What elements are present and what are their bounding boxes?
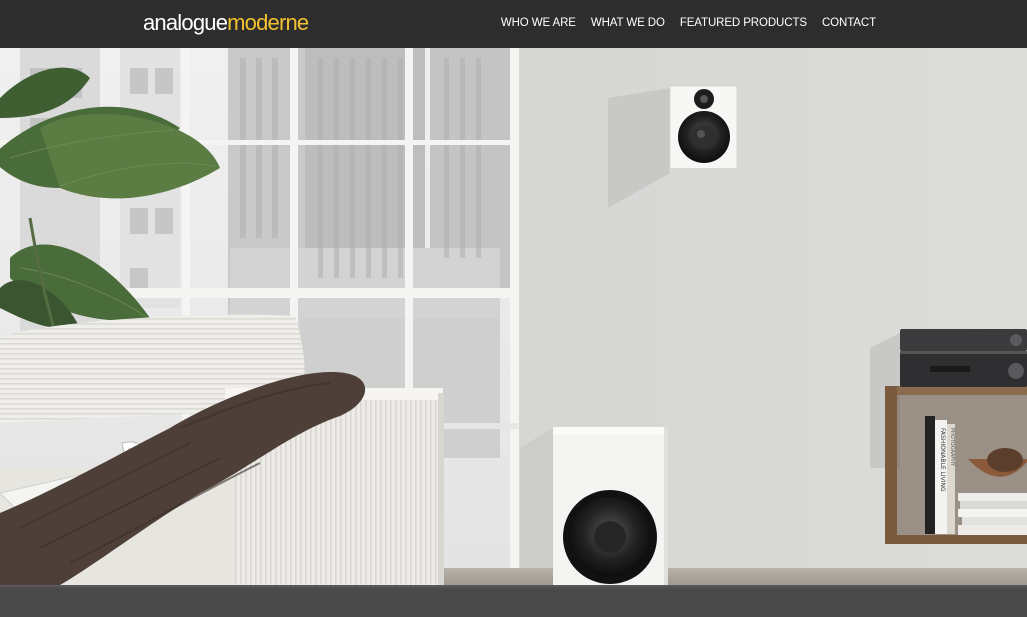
book-spine-text-1: FASHIONABLE LIVING [939, 428, 946, 492]
subwoofer [520, 427, 668, 585]
logo-text-analogue: analogue [143, 10, 228, 35]
nav-link-who-we-are[interactable]: WHO WE ARE [501, 15, 576, 31]
bottom-band [0, 585, 1027, 617]
brand-logo[interactable]: analoguemoderne [143, 9, 309, 37]
hero-illustration: FASHIONABLE LIVING PHOTOGRAPHY [0, 48, 1027, 585]
nav-link-what-we-do[interactable]: WHAT WE DO [591, 15, 665, 31]
logo-text-moderne: moderne [227, 10, 309, 35]
wall-shelf: FASHIONABLE LIVING PHOTOGRAPHY [870, 329, 1027, 544]
site-header: analoguemoderne WHO WE ARE WHAT WE DO FE… [0, 0, 1027, 48]
hero-image: FASHIONABLE LIVING PHOTOGRAPHY [0, 48, 1027, 585]
main-nav: WHO WE ARE WHAT WE DO FEATURED PRODUCTS … [501, 15, 876, 31]
nav-link-featured-products[interactable]: FEATURED PRODUCTS [680, 15, 807, 31]
book-spine-text-2: PHOTOGRAPHY [949, 428, 955, 467]
amplifier [900, 329, 1027, 387]
nav-link-contact[interactable]: CONTACT [822, 15, 876, 31]
